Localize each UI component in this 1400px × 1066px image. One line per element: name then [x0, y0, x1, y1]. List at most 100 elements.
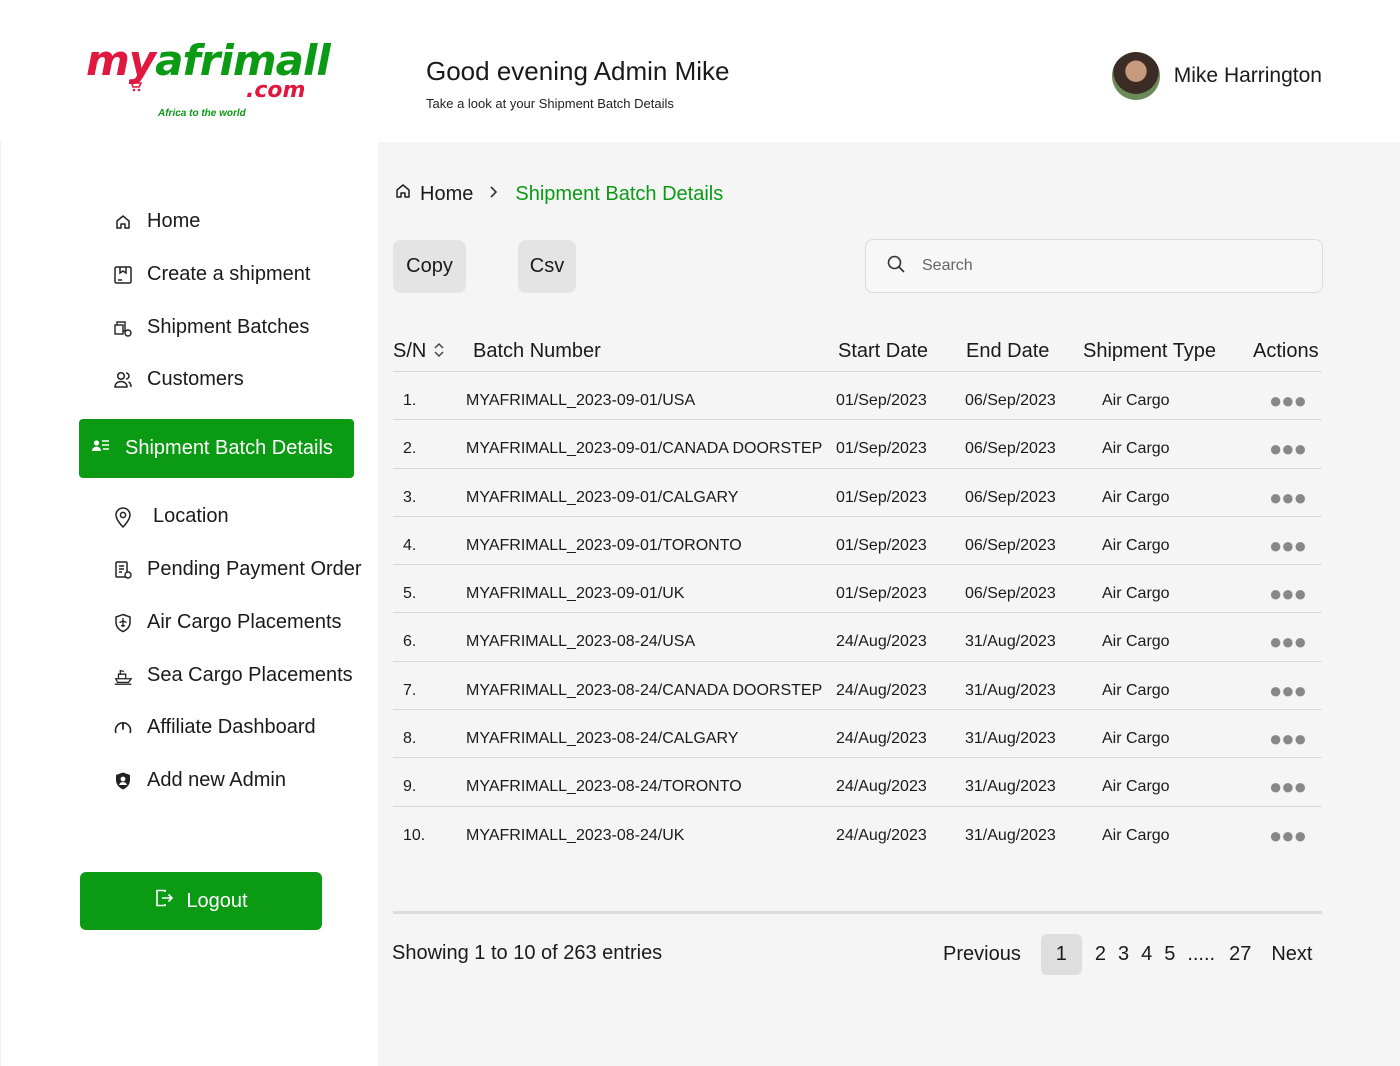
sidebar-item-label: Sea Cargo Placements	[147, 664, 353, 686]
sidebar-item-customers[interactable]: Customers	[113, 368, 244, 391]
cell-start-date: 01/Sep/2023	[836, 536, 927, 554]
logout-label: Logout	[186, 889, 248, 912]
sidebar-item-sea-cargo-placements[interactable]: Sea Cargo Placements	[113, 664, 353, 687]
pagination-page[interactable]: 2	[1095, 943, 1106, 966]
cell-start-date: 24/Aug/2023	[836, 681, 927, 699]
cell-start-date: 24/Aug/2023	[836, 730, 927, 748]
column-header-batch-number: Batch Number	[473, 340, 601, 362]
users-icon	[113, 370, 133, 390]
cell-start-date: 01/Sep/2023	[836, 440, 927, 458]
cell-end-date: 31/Aug/2023	[965, 826, 1056, 844]
cell-sn: 2.	[403, 440, 417, 458]
gauge-icon	[113, 718, 133, 738]
csv-button[interactable]: Csv	[518, 240, 576, 293]
cell-shipment-type: Air Cargo	[1102, 585, 1170, 603]
table-row: 5. MYAFRIMALL_2023-09-01/UK 01/Sep/2023 …	[393, 565, 1322, 614]
user-profile[interactable]: Mike Harrington	[1111, 52, 1322, 100]
table-row: 7. MYAFRIMALL_2023-08-24/CANADA DOORSTEP…	[393, 662, 1322, 711]
more-actions-icon[interactable]: ●●●	[1269, 485, 1307, 511]
more-actions-icon[interactable]: ●●●	[1269, 533, 1307, 559]
cell-shipment-type: Air Cargo	[1102, 826, 1170, 844]
user-name: Mike Harrington	[1173, 64, 1322, 87]
more-actions-icon[interactable]: ●●●	[1269, 823, 1307, 849]
sidebar-item-shipment-batches[interactable]: Shipment Batches	[113, 316, 309, 339]
batches-icon	[113, 318, 133, 338]
cell-start-date: 01/Sep/2023	[836, 585, 927, 603]
breadcrumb: Home Shipment Batch Details	[394, 182, 723, 206]
column-header-start-date: Start Date	[838, 340, 929, 362]
more-actions-icon[interactable]: ●●●	[1269, 581, 1307, 607]
cell-end-date: 06/Sep/2023	[965, 536, 1056, 554]
column-header-sn[interactable]: S/N	[393, 340, 444, 363]
more-actions-icon[interactable]: ●●●	[1269, 436, 1307, 462]
cell-batch-number: MYAFRIMALL_2023-09-01/UK	[466, 585, 685, 603]
search-box[interactable]	[865, 239, 1323, 293]
copy-button[interactable]: Copy	[393, 240, 466, 293]
pagination-page-active[interactable]: 1	[1040, 934, 1082, 975]
sidebar-item-air-cargo-placements[interactable]: Air Cargo Placements	[113, 611, 342, 634]
greeting-title: Good evening Admin Mike	[426, 56, 730, 86]
sidebar-item-label: Customers	[147, 368, 244, 390]
more-actions-icon[interactable]: ●●●	[1269, 774, 1307, 800]
pagination-page[interactable]: 4	[1141, 943, 1152, 966]
sidebar-item-label: Home	[147, 210, 201, 232]
table-row: 3. MYAFRIMALL_2023-09-01/CALGARY 01/Sep/…	[393, 469, 1322, 517]
shipment-batch-table: S/N Batch Number Start Date End Date Shi…	[393, 332, 1322, 855]
sidebar-item-label: Air Cargo Placements	[147, 611, 342, 633]
entries-info: Showing 1 to 10 of 263 entries	[392, 942, 663, 964]
sidebar: Home Create a shipment Shipment Batches …	[0, 142, 378, 1066]
more-actions-icon[interactable]: ●●●	[1269, 726, 1307, 752]
pagination-next[interactable]: Next	[1271, 943, 1312, 966]
breadcrumb-home[interactable]: Home	[394, 182, 473, 206]
sidebar-item-label: Pending Payment Order	[147, 558, 362, 580]
greeting-subtitle: Take a look at your Shipment Batch Detai…	[426, 96, 674, 111]
more-actions-icon[interactable]: ●●●	[1269, 629, 1307, 655]
cell-sn: 1.	[403, 392, 417, 409]
sidebar-item-shipment-batch-details[interactable]: Shipment Batch Details	[79, 419, 354, 478]
sidebar-item-create-shipment[interactable]: Create a shipment	[113, 263, 310, 286]
table-row: 9. MYAFRIMALL_2023-08-24/TORONTO 24/Aug/…	[393, 758, 1322, 807]
cell-shipment-type: Air Cargo	[1102, 633, 1170, 651]
cell-shipment-type: Air Cargo	[1102, 730, 1170, 748]
table-row: 8. MYAFRIMALL_2023-08-24/CALGARY 24/Aug/…	[393, 710, 1322, 759]
map-pin-icon	[113, 506, 133, 528]
column-header-end-date: End Date	[966, 340, 1050, 362]
pagination-page[interactable]: 3	[1118, 943, 1129, 966]
sidebar-item-add-new-admin[interactable]: Add new Admin	[113, 769, 286, 792]
pagination-previous[interactable]: Previous	[943, 943, 1021, 966]
cell-sn: 7.	[403, 681, 417, 699]
breadcrumb-home-label: Home	[420, 182, 474, 205]
cell-end-date: 06/Sep/2023	[965, 392, 1056, 409]
avatar[interactable]	[1111, 52, 1160, 100]
cell-batch-number: MYAFRIMALL_2023-09-01/USA	[466, 392, 696, 409]
cell-shipment-type: Air Cargo	[1102, 440, 1170, 458]
sidebar-item-affiliate-dashboard[interactable]: Affiliate Dashboard	[113, 716, 316, 739]
sidebar-item-label: Shipment Batch Details	[125, 437, 333, 459]
pagination-page[interactable]: 5	[1164, 943, 1175, 966]
cell-batch-number: MYAFRIMALL_2023-08-24/UK	[466, 826, 685, 844]
table-row: 4. MYAFRIMALL_2023-09-01/TORONTO 01/Sep/…	[393, 517, 1322, 566]
package-icon	[113, 265, 133, 285]
sidebar-item-label: Shipment Batches	[147, 316, 310, 338]
sidebar-item-home[interactable]: Home	[113, 210, 200, 233]
pagination-page-last[interactable]: 27	[1229, 943, 1251, 966]
more-actions-icon[interactable]: ●●●	[1269, 678, 1307, 704]
search-input[interactable]	[922, 257, 1302, 275]
sort-icon[interactable]	[434, 342, 444, 361]
cell-shipment-type: Air Cargo	[1102, 778, 1170, 796]
cell-end-date: 06/Sep/2023	[965, 440, 1056, 458]
cell-batch-number: MYAFRIMALL_2023-08-24/TORONTO	[466, 778, 742, 796]
main-content: Home Shipment Batch Details Copy Csv S/N…	[378, 142, 1400, 1066]
brand-logo[interactable]: myafrimall .com Africa to the world	[86, 38, 331, 122]
cell-end-date: 06/Sep/2023	[965, 488, 1056, 506]
cell-batch-number: MYAFRIMALL_2023-08-24/USA	[466, 633, 696, 651]
sidebar-item-pending-payment-order[interactable]: Pending Payment Order	[113, 558, 362, 581]
logout-button[interactable]: Logout	[80, 872, 322, 930]
table-row: 10. MYAFRIMALL_2023-08-24/UK 24/Aug/2023…	[393, 807, 1322, 855]
chevron-right-icon	[489, 185, 499, 204]
more-actions-icon[interactable]: ●●●	[1269, 388, 1307, 414]
cell-start-date: 24/Aug/2023	[836, 778, 927, 796]
cell-shipment-type: Air Cargo	[1102, 392, 1170, 409]
sidebar-item-location[interactable]: Location	[113, 505, 229, 528]
cell-sn: 8.	[403, 730, 417, 748]
